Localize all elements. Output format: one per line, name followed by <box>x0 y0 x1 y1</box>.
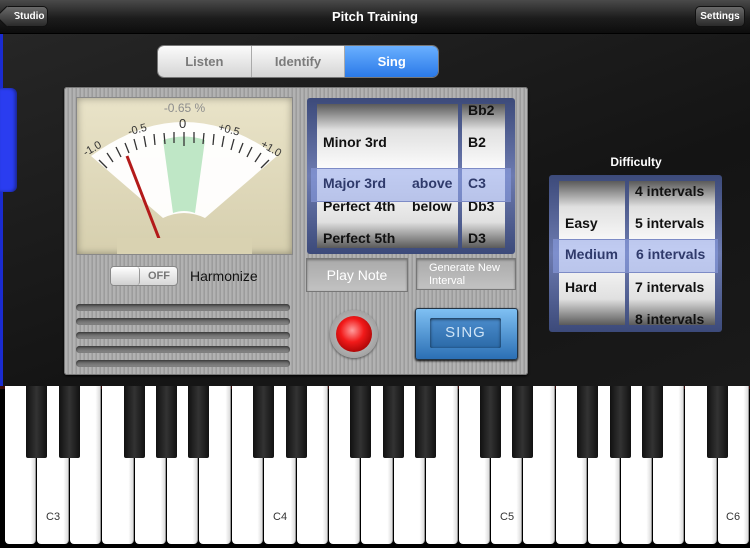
selected-interval: Major 3rd <box>323 175 387 191</box>
key-label: C5 <box>500 511 515 523</box>
key-label: C6 <box>726 511 741 523</box>
difficulty-selection-band: Medium 6 intervals <box>553 239 718 273</box>
picker-item[interactable]: D3 <box>462 222 505 248</box>
black-key[interactable] <box>156 386 177 458</box>
black-key[interactable] <box>415 386 437 458</box>
record-button[interactable] <box>336 316 372 352</box>
speaker-grille-slot <box>76 318 290 325</box>
picker-item[interactable]: 5 intervals <box>629 207 715 239</box>
play-note-button[interactable]: Play Note <box>306 258 408 292</box>
picker-item[interactable]: B2 <box>462 126 505 158</box>
black-key[interactable] <box>253 386 275 458</box>
black-key[interactable] <box>577 386 599 458</box>
left-edge-strip <box>0 34 3 386</box>
harmonize-toggle[interactable]: OFF <box>110 266 178 286</box>
speaker-grille-slot <box>76 332 290 339</box>
black-key[interactable] <box>609 386 631 458</box>
difficulty-picker[interactable]: Easy Hard 4 intervals 5 intervals 7 inte… <box>549 175 722 332</box>
black-key[interactable] <box>123 386 145 458</box>
meter-scale-label: 0 <box>179 116 187 131</box>
picker-item[interactable]: 8 intervals <box>629 303 715 325</box>
meter-readout: -0.65 % <box>163 101 206 115</box>
tab-identify[interactable]: Identify <box>251 46 346 77</box>
mode-segmented-control: Listen Identify Sing <box>157 45 439 78</box>
navigation-bar: Studio Pitch Training Settings <box>0 0 750 34</box>
key-label: C4 <box>273 511 288 523</box>
picker-item[interactable]: Easy <box>559 207 625 239</box>
difficulty-title: Difficulty <box>610 155 662 169</box>
picker-item[interactable]: 4 intervals <box>629 181 715 207</box>
speaker-grille-slot <box>76 360 290 367</box>
sing-button[interactable]: SING <box>415 308 518 360</box>
interval-picker[interactable]: Minor 3rd Perfect 4th Perfect 5th below … <box>307 98 515 254</box>
black-key[interactable] <box>58 386 80 458</box>
generate-label-line2: Interval <box>429 275 466 287</box>
generate-label-line1: Generate New <box>429 262 500 274</box>
toggle-knob <box>111 267 140 285</box>
tab-listen[interactable]: Listen <box>158 46 252 77</box>
piano-keyboard: C3 C4 C5 C6 <box>0 386 750 548</box>
black-key[interactable] <box>350 386 372 458</box>
black-key[interactable] <box>382 386 404 458</box>
selected-count: 6 intervals <box>636 246 706 262</box>
black-key[interactable] <box>480 386 501 458</box>
toggle-state: OFF <box>148 270 170 282</box>
picker-item[interactable]: Bb2 <box>462 104 505 126</box>
speaker-grille-slot <box>76 304 290 311</box>
page-title: Pitch Training <box>332 9 418 24</box>
harmonize-label: Harmonize <box>190 268 258 284</box>
speaker-grille-slot <box>76 346 290 353</box>
selected-direction: above <box>412 175 453 191</box>
black-key[interactable] <box>188 386 210 458</box>
settings-button[interactable]: Settings <box>695 6 745 27</box>
picker-item[interactable]: 7 intervals <box>629 271 715 303</box>
black-key[interactable] <box>642 386 663 458</box>
selected-note: C3 <box>468 175 486 191</box>
selected-level: Medium <box>565 246 618 262</box>
pitch-meter: -0.65 % -1.0 -0.5 0 +0.5 +1.0 <box>76 97 293 255</box>
tab-sing[interactable]: Sing <box>345 46 438 77</box>
picker-selection-band: Major 3rd above C3 <box>311 168 511 202</box>
generate-interval-button[interactable]: Generate New Interval <box>416 258 516 290</box>
picker-item[interactable]: Perfect 5th <box>317 222 411 248</box>
picker-item[interactable]: Minor 3rd <box>317 126 411 158</box>
black-key[interactable] <box>285 386 307 458</box>
black-key[interactable] <box>26 386 48 458</box>
sing-label: SING <box>430 318 501 348</box>
black-key[interactable] <box>512 386 534 458</box>
side-drawer-handle[interactable] <box>0 88 17 192</box>
key-label: C3 <box>46 511 61 523</box>
picker-item[interactable]: Hard <box>559 271 625 303</box>
black-key[interactable] <box>706 386 728 458</box>
